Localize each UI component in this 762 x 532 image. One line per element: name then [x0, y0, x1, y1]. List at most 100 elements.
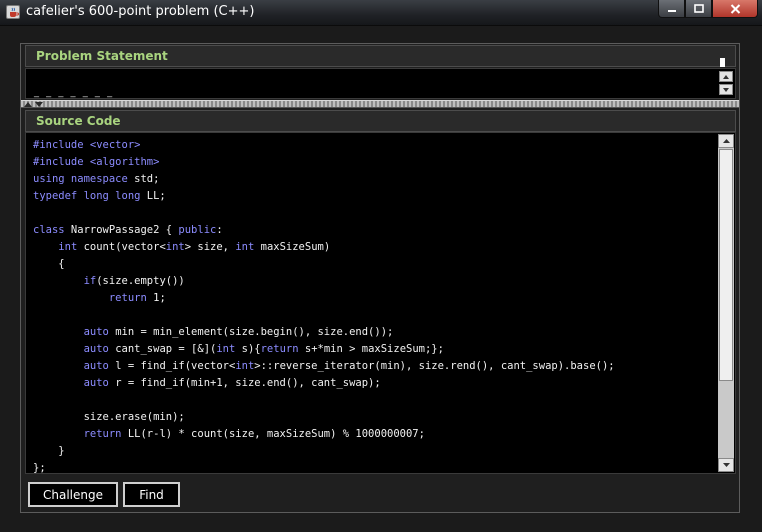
code-line: }; — [33, 460, 713, 474]
code-line: { — [33, 256, 713, 273]
code-line: int count(vector<int> size, int maxSizeS… — [33, 239, 713, 256]
code-line: using namespace std; — [33, 171, 713, 188]
code-token: r = find_if(min+1, size.end(), cant_swap… — [108, 377, 381, 389]
chevron-down-icon — [723, 87, 729, 92]
source-code-editor[interactable]: #include <vector> #include <algorithm> usi… — [25, 132, 736, 474]
code-token: auto — [83, 360, 109, 372]
collapse-down-icon[interactable] — [35, 101, 43, 107]
statement-text: _ _ _ _ _ _ _ — [34, 87, 115, 98]
code-token: 1; — [146, 292, 166, 304]
close-icon — [730, 3, 740, 14]
code-line: auto r = find_if(min+1, size.end(), cant… — [33, 375, 713, 392]
problem-statement-text[interactable]: _ _ _ _ _ _ _ — [25, 68, 736, 99]
chevron-down-icon — [722, 463, 730, 467]
code-token: l = find_if(vector< — [108, 360, 236, 372]
find-button[interactable]: Find — [123, 482, 180, 507]
window-controls — [658, 0, 758, 20]
minimize-icon — [667, 9, 676, 12]
code-token: cant_swap = [&]( — [108, 343, 217, 355]
code-token: : — [216, 224, 223, 236]
code-token: } — [33, 445, 65, 457]
code-scroll-up-button[interactable] — [718, 134, 734, 148]
code-token: if — [83, 275, 97, 287]
code-token: std; — [127, 173, 160, 185]
code-line: } — [33, 443, 713, 460]
code-line: auto min = min_element(size.begin(), siz… — [33, 324, 713, 341]
scroll-thumb[interactable] — [719, 149, 733, 381]
source-code-title: Source Code — [36, 114, 121, 128]
code-token: auto — [83, 343, 109, 355]
code-line: #include <vector> — [33, 137, 713, 154]
code-token: using namespace — [33, 173, 128, 185]
code-token: (size.empty()) — [96, 275, 185, 287]
code-token: >::reverse_iterator(min), size.rend(), c… — [254, 360, 615, 372]
code-token: }; — [33, 462, 46, 474]
code-token: return — [83, 428, 122, 440]
code-line: if(size.empty()) — [33, 273, 713, 290]
code-token: int — [58, 241, 78, 253]
scroll-down-button[interactable] — [719, 84, 733, 95]
code-scroll-down-button[interactable] — [718, 458, 734, 472]
challenge-button[interactable]: Challenge — [28, 482, 118, 507]
action-buttons: Challenge Find — [28, 482, 180, 507]
code-token: min = min_element(size.begin(), size.end… — [108, 326, 394, 338]
code-lines: #include <vector> #include <algorithm> usi… — [33, 137, 713, 474]
problem-statement-header: Problem Statement — [25, 45, 736, 86]
code-token: > size, — [184, 241, 236, 253]
code-line: return 1; — [33, 290, 713, 307]
code-token: LL; — [140, 190, 166, 202]
code-line: class NarrowPassage2 { public: — [33, 222, 713, 239]
chevron-up-icon — [722, 139, 730, 143]
code-token: return — [108, 292, 147, 304]
panel-toggle-icon[interactable] — [720, 52, 731, 86]
code-token: { — [33, 258, 65, 270]
code-token: public — [178, 224, 217, 236]
code-token: count(vector< — [77, 241, 166, 253]
code-line: #include <algorithm> — [33, 154, 713, 171]
split-pane-divider[interactable] — [21, 100, 739, 108]
source-code-header: Source Code — [25, 110, 736, 132]
title-bar: cafelier's 600-point problem (C++) — [0, 0, 762, 26]
code-token: int — [165, 241, 185, 253]
code-token: typedef long long — [33, 190, 141, 202]
code-token: auto — [83, 377, 109, 389]
code-token: maxSizeSum) — [254, 241, 331, 253]
code-token: class — [33, 224, 65, 236]
scroll-up-button[interactable] — [719, 71, 733, 82]
code-token: size.erase(min); — [33, 411, 185, 423]
code-token: int — [235, 360, 255, 372]
code-line: size.erase(min); — [33, 409, 713, 426]
code-token: s+*min > maxSizeSum;}; — [298, 343, 444, 355]
code-token: s){ — [235, 343, 261, 355]
splitter-arrows[interactable] — [24, 101, 43, 107]
code-token: auto — [83, 326, 109, 338]
close-button[interactable] — [712, 0, 758, 18]
code-token: LL(r-l) * count(size, maxSizeSum) % 1000… — [121, 428, 425, 440]
code-token: #include <algorithm> — [33, 156, 160, 168]
minimize-button[interactable] — [658, 0, 685, 18]
code-scrollbar[interactable] — [718, 134, 734, 472]
problem-statement-title: Problem Statement — [36, 49, 168, 63]
maximize-button[interactable] — [685, 0, 712, 18]
code-token: NarrowPassage2 { — [64, 224, 179, 236]
code-token: return — [260, 343, 299, 355]
code-token: int — [216, 343, 236, 355]
code-line: return LL(r-l) * count(size, maxSizeSum)… — [33, 426, 713, 443]
java-cup-icon — [6, 5, 20, 19]
collapse-up-icon[interactable] — [24, 101, 32, 107]
statement-scrollbar[interactable] — [719, 71, 733, 97]
code-token: int — [235, 241, 255, 253]
code-line: auto l = find_if(vector<int>::reverse_it… — [33, 358, 713, 375]
problem-panel: Problem Statement _ _ _ _ _ _ _ Source C… — [20, 43, 740, 513]
code-line: typedef long long LL; — [33, 188, 713, 205]
